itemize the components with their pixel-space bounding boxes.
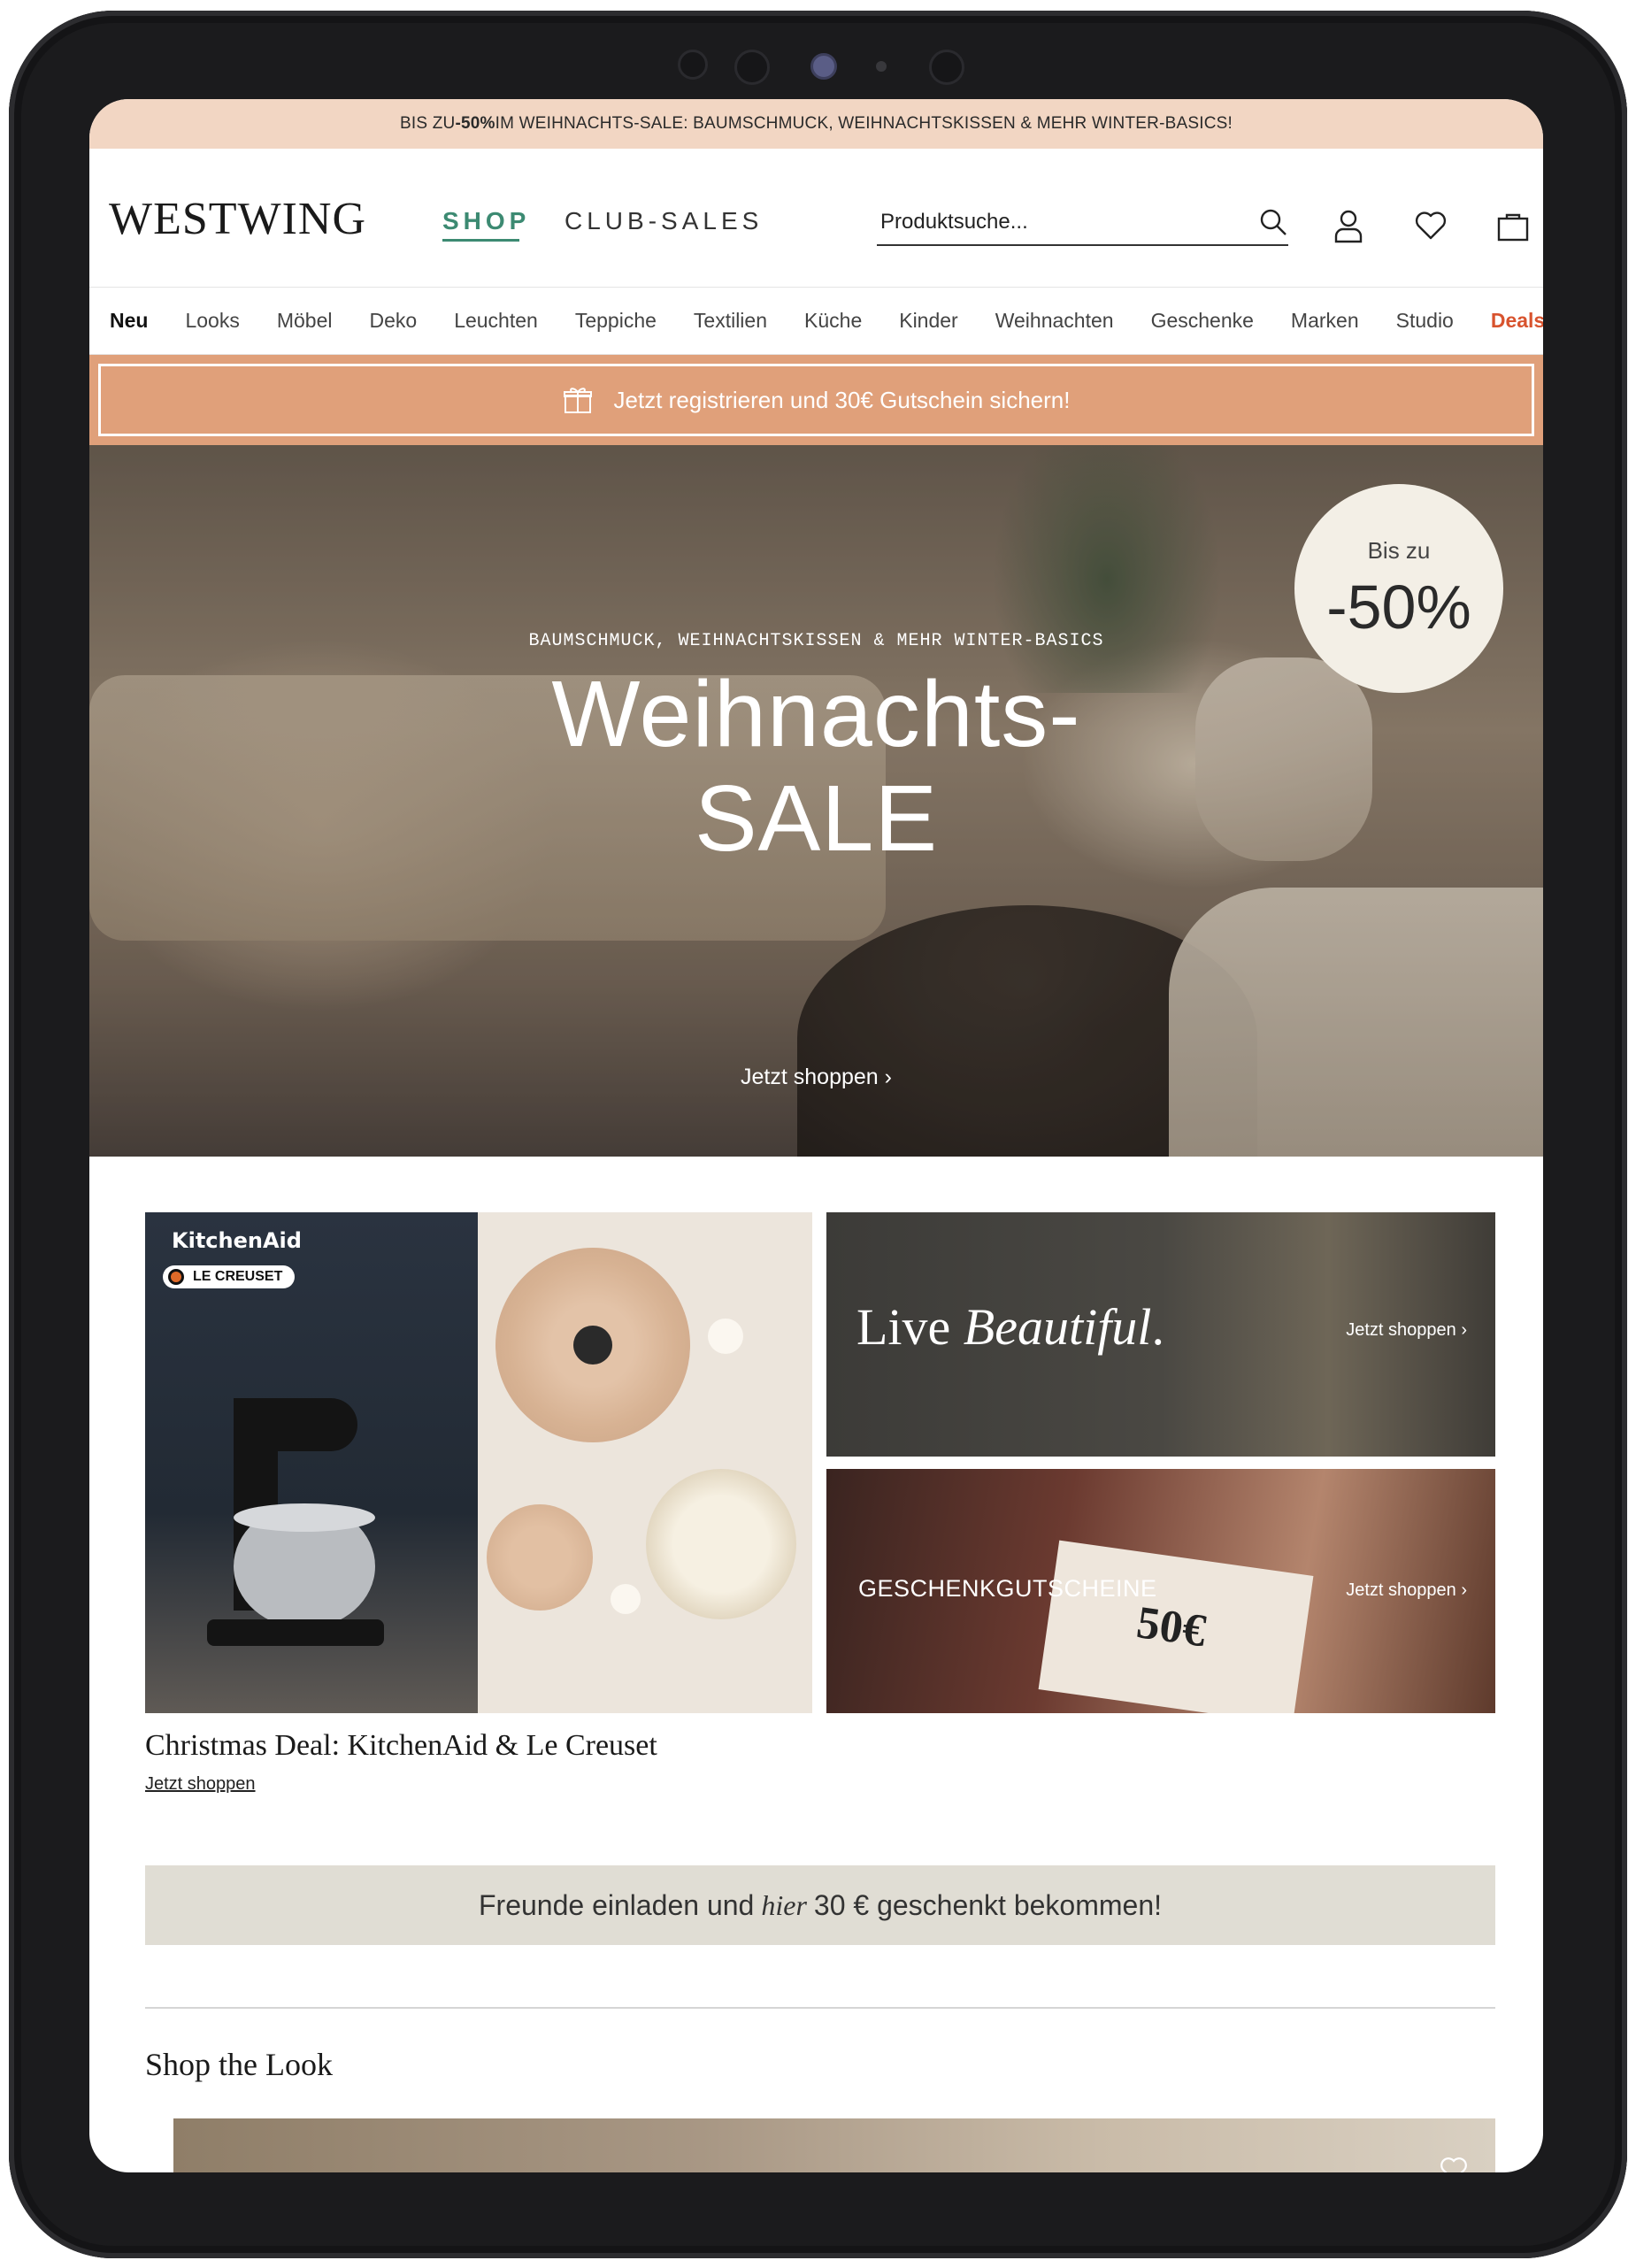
small-pot-illustration [487, 1504, 593, 1611]
sensor-icon [734, 50, 770, 85]
category-item[interactable]: Möbel [277, 309, 333, 333]
register-banner-text: Jetzt registrieren und 30€ Gutschein sic… [613, 386, 1071, 413]
referral-banner[interactable]: Freunde einladen und hier 30 € geschenkt… [145, 1865, 1495, 1945]
stand-mixer-illustration [207, 1398, 384, 1646]
shop-the-look-image[interactable] [173, 2118, 1495, 2172]
gift-card-title: GESCHENKGUTSCHEINE [858, 1575, 1157, 1602]
le-creuset-logo: LE CREUSET [163, 1265, 296, 1288]
gift-icon [563, 388, 592, 413]
live-beautiful-title: Live Beautiful. [856, 1297, 1164, 1357]
live-beautiful-tile[interactable]: Live Beautiful. Jetzt shoppen › [826, 1212, 1495, 1457]
refer-text-after: 30 € geschenkt bekommen! [813, 1888, 1163, 1921]
register-banner-inner: Jetzt registrieren und 30€ Gutschein sic… [98, 364, 1534, 436]
gift-card-tile[interactable]: 50€ GESCHENKGUTSCHEINE Jetzt shoppen › [826, 1469, 1495, 1713]
tile-photo-mixer: KitchenAid LE CREUSET [145, 1212, 478, 1713]
promo-suffix: IM WEIHNACHTS-SALE: BAUMSCHMUCK, WEIHNAC… [495, 114, 1233, 133]
nav-club-sales[interactable]: CLUB-SALES [565, 207, 763, 235]
search-box [877, 202, 1288, 246]
promo-prefix: BIS ZU [400, 114, 456, 133]
refer-text-before: Freunde einladen und [478, 1888, 755, 1921]
nav-shop-underline [442, 239, 519, 242]
live-dot: . [1151, 1298, 1164, 1356]
promo-bar[interactable]: BIS ZU -50% IM WEIHNACHTS-SALE: BAUMSCHM… [89, 99, 1543, 149]
live-word: Live [856, 1298, 951, 1356]
live-beautiful-cta[interactable]: Jetzt shoppen › [1346, 1320, 1467, 1341]
category-item[interactable]: Looks [185, 309, 239, 333]
discount-badge: Bis zu -50% [1294, 484, 1503, 693]
section-divider [145, 2007, 1495, 2009]
browser-screen: BIS ZU -50% IM WEIHNACHTS-SALE: BAUMSCHM… [89, 99, 1543, 2172]
deal-title[interactable]: Christmas Deal: KitchenAid & Le Creuset [145, 1729, 657, 1763]
category-nav: Neu Looks Möbel Deko Leuchten Teppiche T… [89, 288, 1543, 355]
hero-banner[interactable]: BAUMSCHMUCK, WEIHNACHTSKISSEN & MEHR WIN… [89, 445, 1543, 1157]
deal-link[interactable]: Jetzt shoppen [145, 1774, 256, 1795]
promo-bold: -50% [455, 114, 495, 133]
category-item[interactable]: Weihnachten [995, 309, 1114, 333]
voucher-amount: 50€ [1133, 1597, 1210, 1657]
refer-text-hier: hier [761, 1888, 807, 1921]
bowl-illustration [646, 1469, 796, 1619]
camera-icon [810, 53, 837, 80]
sensor-icon [876, 61, 887, 72]
shop-the-look-heading: Shop the Look [145, 2047, 333, 2082]
category-item[interactable]: Kinder [899, 309, 957, 333]
heart-icon[interactable] [1439, 2154, 1469, 2172]
site-header: WESTWING SHOP CLUB-SALES [89, 149, 1543, 288]
search-icon[interactable] [1258, 207, 1288, 237]
category-item[interactable]: Leuchten [454, 309, 538, 333]
category-item[interactable]: Studio [1396, 309, 1454, 333]
hero-title-line1: Weihnachts- [551, 662, 1081, 766]
category-item[interactable]: Teppiche [575, 309, 657, 333]
category-item[interactable]: Küche [804, 309, 862, 333]
register-banner[interactable]: Jetzt registrieren und 30€ Gutschein sic… [89, 355, 1543, 445]
hero-title-line2: SALE [694, 766, 939, 871]
account-icon[interactable] [1331, 208, 1366, 243]
category-item[interactable]: Deko [369, 309, 417, 333]
voucher-illustration: 50€ [1038, 1540, 1314, 1713]
category-item[interactable]: Geschenke [1151, 309, 1254, 333]
gift-card-cta[interactable]: Jetzt shoppen › [1346, 1580, 1467, 1601]
westwing-logo[interactable]: WESTWING [109, 193, 366, 245]
nav-shop[interactable]: SHOP [442, 207, 530, 235]
search-input[interactable] [877, 202, 1231, 242]
badge-value: -50% [1326, 573, 1471, 642]
beautiful-word: Beautiful [963, 1298, 1152, 1356]
kitchenaid-lecreuset-tile[interactable]: KitchenAid LE CREUSET [145, 1212, 812, 1713]
sensor-icon [929, 50, 964, 85]
tile-photo-cookware [478, 1212, 812, 1713]
category-item[interactable]: Marken [1291, 309, 1359, 333]
category-item-deals[interactable]: Deals [1491, 309, 1543, 333]
sensor-icon [678, 50, 708, 80]
category-item[interactable]: Textilien [694, 309, 767, 333]
meringue-illustration [708, 1319, 743, 1354]
meringue-illustration [611, 1584, 641, 1614]
badge-label: Bis zu [1367, 537, 1431, 564]
knob-illustration [573, 1326, 612, 1365]
hero-title: Weihnachts- SALE [89, 662, 1543, 871]
kitchenaid-logo: KitchenAid [172, 1228, 302, 1253]
wishlist-heart-icon[interactable] [1413, 208, 1448, 243]
hero-cta-link[interactable]: Jetzt shoppen › [89, 1065, 1543, 1090]
category-item[interactable]: Neu [110, 309, 148, 333]
cart-bag-icon[interactable] [1495, 208, 1531, 243]
